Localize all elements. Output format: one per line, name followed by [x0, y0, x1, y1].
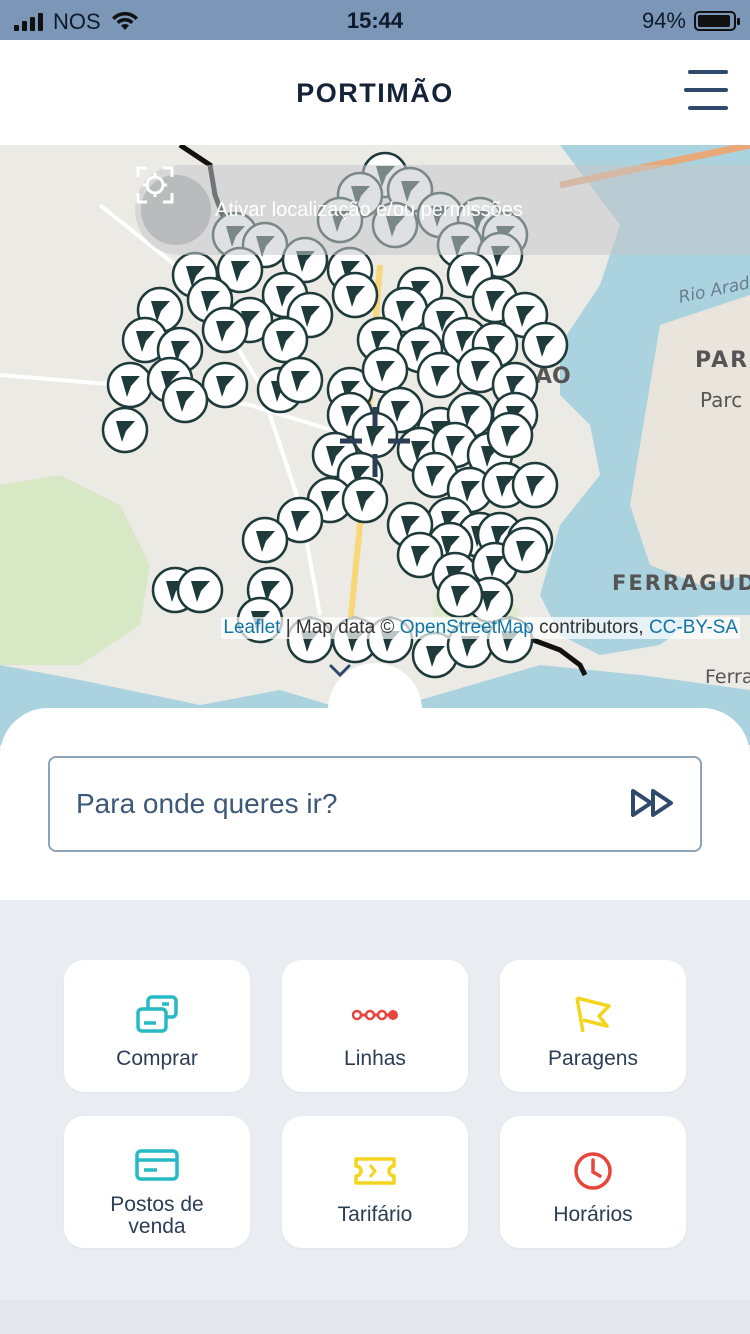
map-label: Ferra: [705, 666, 750, 688]
bus-stop-marker[interactable]: [341, 476, 389, 524]
battery-percent: 94%: [641, 8, 686, 33]
bus-stop-marker[interactable]: [511, 461, 559, 509]
action-tarifario[interactable]: Tarifário: [282, 1116, 468, 1248]
bus-stop-marker[interactable]: [241, 516, 289, 564]
action-label: Linhas: [344, 1047, 406, 1070]
hamburger-menu-icon[interactable]: [682, 70, 728, 110]
action-horarios[interactable]: Horários: [500, 1116, 686, 1248]
action-label: Tarifário: [337, 1203, 413, 1226]
bus-stop-marker[interactable]: [521, 321, 569, 369]
action-label: Paragens: [548, 1047, 638, 1070]
search-panel: Para onde queres ir?: [0, 708, 750, 900]
bus-stop-marker[interactable]: [161, 376, 209, 424]
bus-stop-marker[interactable]: [361, 346, 409, 394]
clock-icon: [572, 1148, 614, 1194]
map-attribution: Leaflet | Map data © OpenStreetMap contr…: [221, 617, 740, 639]
page-title: PORTIMÃO: [296, 78, 454, 108]
route-dots-icon: [352, 992, 398, 1038]
bus-stop-marker[interactable]: [261, 316, 309, 364]
bus-stop-marker[interactable]: [276, 356, 324, 404]
action-linhas[interactable]: Linhas: [282, 960, 468, 1092]
bus-stop-marker[interactable]: [201, 361, 249, 409]
action-label: Horários: [553, 1203, 633, 1226]
bus-stop-marker[interactable]: [331, 271, 379, 319]
leaflet-link[interactable]: Leaflet: [223, 617, 280, 638]
status-right: 94%: [641, 8, 740, 34]
ticket-cards-icon: [134, 992, 180, 1038]
fast-forward-icon[interactable]: [630, 788, 676, 818]
status-time: 15:44: [346, 8, 404, 33]
bus-stop-marker[interactable]: [176, 566, 224, 614]
action-label: Comprar: [116, 1047, 198, 1070]
status-bar: NOS 15:44 94%: [0, 0, 750, 40]
bus-stop-marker[interactable]: [106, 361, 154, 409]
openstreetmap-link[interactable]: OpenStreetMap: [400, 617, 534, 638]
ticket-icon: [353, 1148, 397, 1194]
bus-stop-marker[interactable]: [436, 571, 484, 619]
app-header: PORTIMÃO: [0, 40, 750, 145]
map-label: PARC: [695, 348, 750, 373]
attribution-text: | Map data ©: [280, 617, 400, 638]
location-permission-banner[interactable]: Ativar localização e/ou permissões: [135, 165, 750, 255]
action-postos-de-venda[interactable]: Postos de venda: [64, 1116, 250, 1248]
location-permission-text: Ativar localização e/ou permissões: [215, 198, 523, 221]
action-paragens[interactable]: Paragens: [500, 960, 686, 1092]
action-comprar[interactable]: Comprar: [64, 960, 250, 1092]
flag-icon: [573, 992, 613, 1038]
bus-stop-marker[interactable]: [486, 411, 534, 459]
map-label: Parc: [700, 388, 742, 412]
action-label: Postos de venda: [110, 1193, 204, 1238]
quick-actions-grid: Comprar Linhas Paragens Postos de venda …: [64, 960, 688, 1248]
locate-crosshair-icon[interactable]: [136, 166, 211, 245]
bus-stop-marker[interactable]: [501, 526, 549, 574]
bottom-strip: [0, 1300, 750, 1334]
map-view[interactable]: PARC Parc Rio Arade FERRAGUD Ferra AO At…: [0, 145, 750, 745]
chevron-down-icon[interactable]: [328, 663, 352, 679]
credit-card-icon: [135, 1142, 179, 1188]
bus-stop-marker[interactable]: [201, 306, 249, 354]
license-link[interactable]: CC-BY-SA: [649, 617, 738, 638]
search-placeholder: Para onde queres ir?: [76, 788, 338, 819]
bus-stop-marker[interactable]: [101, 406, 149, 454]
attribution-text: contributors,: [533, 617, 649, 638]
map-label: FERRAGUD: [612, 571, 750, 595]
green-area: [0, 475, 150, 665]
destination-search-input[interactable]: Para onde queres ir?: [48, 756, 702, 852]
bus-stop-marker[interactable]: [416, 351, 464, 399]
battery-icon: [694, 11, 740, 31]
